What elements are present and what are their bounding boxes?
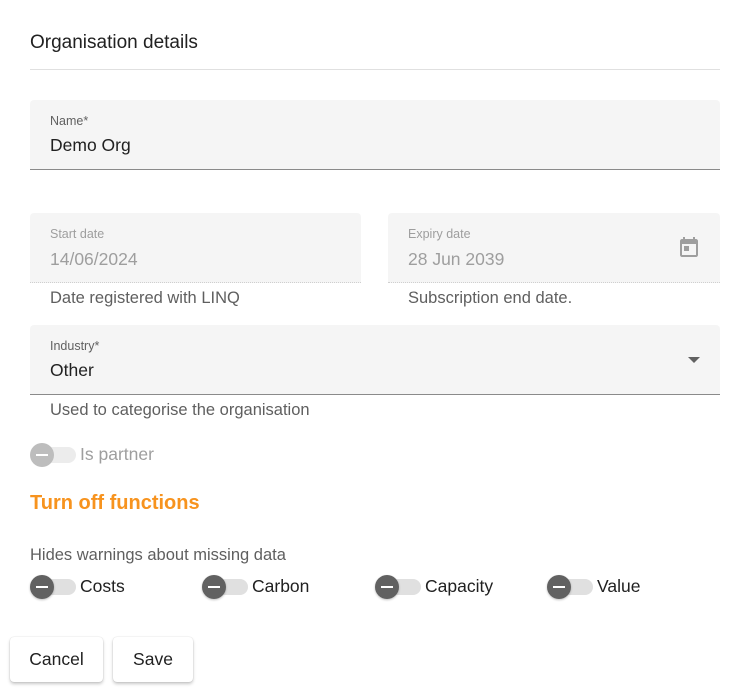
toggle-knob[interactable]: [202, 574, 226, 599]
capacity-toggle-label: Capacity: [425, 576, 494, 596]
expiry-date-field: Expiry date 28 Jun 2039: [388, 213, 720, 283]
carbon-toggle[interactable]: Carbon: [202, 574, 310, 599]
toggle-knob[interactable]: [30, 574, 54, 599]
name-field-value[interactable]: Demo Org: [50, 135, 131, 156]
organisation-details-dialog: Organisation details Name* Demo Org Star…: [0, 0, 750, 688]
name-field-label: Name*: [50, 114, 89, 128]
expiry-date-hint: Subscription end date.: [408, 289, 573, 307]
is-partner-toggle[interactable]: Is partner: [30, 442, 154, 467]
industry-label: Industry*: [50, 339, 100, 353]
costs-toggle[interactable]: Costs: [30, 574, 125, 599]
costs-toggle-label: Costs: [80, 576, 125, 596]
dropdown-arrow-icon: [688, 357, 700, 363]
toggle-knob[interactable]: [375, 574, 399, 599]
value-toggle-label: Value: [597, 576, 641, 596]
start-date-value: 14/06/2024: [50, 249, 138, 269]
carbon-toggle-label: Carbon: [252, 576, 310, 596]
value-toggle[interactable]: Value: [547, 574, 641, 599]
dialog-title: Organisation details: [30, 32, 198, 53]
industry-value: Other: [50, 360, 94, 380]
functions-description: Hides warnings about missing data: [30, 546, 286, 564]
capacity-toggle[interactable]: Capacity: [375, 574, 494, 599]
turn-off-functions-heading: Turn off functions: [30, 492, 200, 514]
cancel-button[interactable]: Cancel: [10, 637, 103, 682]
expiry-date-value: 28 Jun 2039: [408, 249, 505, 269]
start-date-field: Start date 14/06/2024: [30, 213, 361, 283]
expiry-date-label: Expiry date: [408, 227, 471, 241]
industry-select[interactable]: Industry* Other: [30, 325, 720, 395]
start-date-hint: Date registered with LINQ: [50, 289, 240, 307]
start-date-label: Start date: [50, 227, 105, 241]
name-field[interactable]: Name* Demo Org: [30, 100, 720, 170]
calendar-icon[interactable]: [677, 235, 701, 259]
industry-hint: Used to categorise the organisation: [50, 401, 310, 419]
toggle-track[interactable]: [30, 442, 76, 467]
toggle-knob[interactable]: [547, 574, 571, 599]
title-divider: [30, 69, 720, 70]
is-partner-label: Is partner: [80, 444, 154, 464]
save-button[interactable]: Save: [113, 637, 193, 682]
toggle-knob[interactable]: [30, 442, 54, 467]
